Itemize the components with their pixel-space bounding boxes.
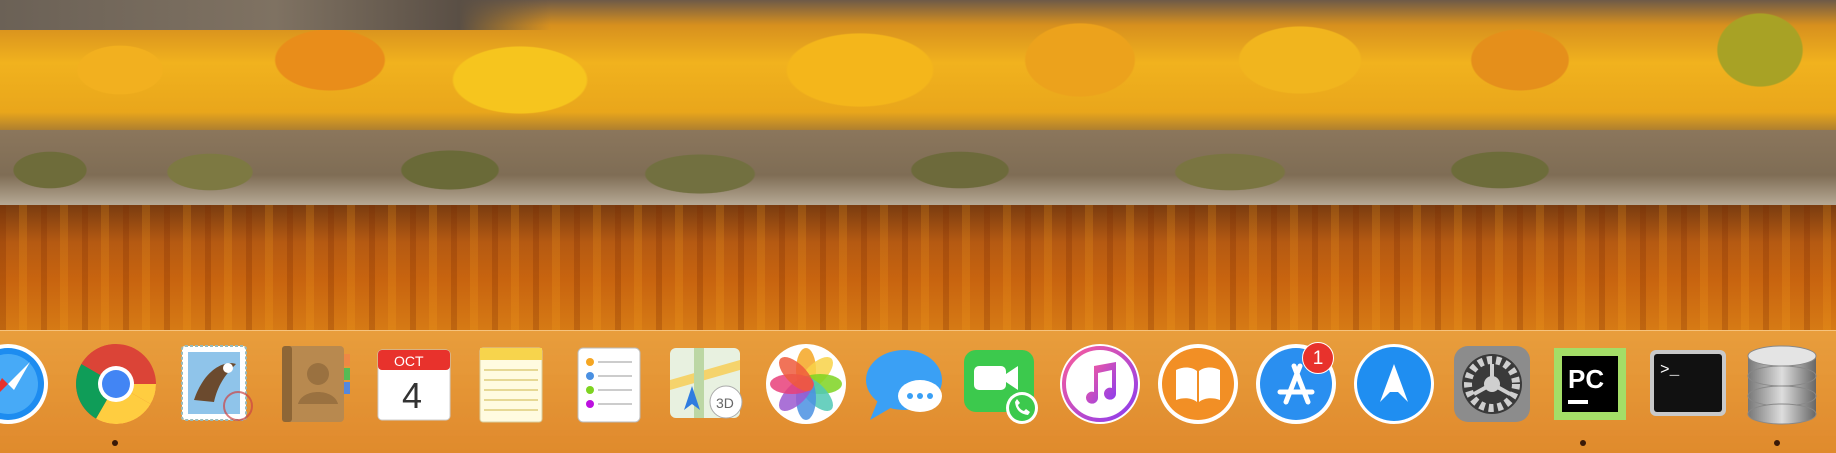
airdroid-icon [1354, 344, 1434, 424]
dock-item-notes[interactable] [468, 340, 556, 428]
calendar-month: OCT [394, 353, 424, 369]
dock-item-facetime[interactable] [958, 340, 1046, 428]
dock-item-system-preferences[interactable] [1448, 340, 1536, 428]
ibooks-icon [1158, 344, 1238, 424]
terminal-prompt: >_ [1660, 361, 1680, 379]
calendar-icon: OCT 4 [377, 349, 451, 421]
dock-item-terminal[interactable]: >_ [1644, 340, 1732, 428]
dock-item-photos[interactable] [762, 340, 850, 428]
notes-icon [479, 347, 543, 423]
rocky-slope [0, 0, 1836, 30]
maps-3d-label: 3D [716, 395, 734, 411]
chrome-icon [76, 344, 156, 424]
mail-stamp-eagle-icon [181, 345, 253, 421]
lake-reflection [0, 205, 1836, 330]
running-indicator-database [1774, 440, 1780, 446]
desktop-wallpaper [0, 0, 1836, 330]
pycharm-icon: PC [1554, 348, 1626, 420]
photos-icon [766, 344, 846, 424]
reminders-icon [577, 347, 641, 423]
safari-icon [0, 344, 48, 424]
dock-item-itunes[interactable] [1056, 340, 1144, 428]
shoreline-shrubs [0, 130, 1836, 205]
database-icon [1747, 345, 1817, 425]
dock-item-messages[interactable] [860, 340, 948, 428]
dock-item-airdroid[interactable] [1350, 340, 1438, 428]
facetime-icon [964, 350, 1038, 424]
dock-item-maps[interactable]: 3D [664, 340, 752, 428]
dock-item-mail[interactable] [174, 340, 262, 428]
dock-item-reminders[interactable] [566, 340, 654, 428]
dock-item-pycharm[interactable]: PC [1546, 340, 1634, 428]
app-store-update-badge: 1 [1302, 342, 1334, 374]
running-indicator-pycharm [1580, 440, 1586, 446]
terminal-icon: >_ [1650, 350, 1726, 416]
maps-icon: 3D [670, 348, 743, 419]
gear-icon [1454, 346, 1530, 422]
dock-item-contacts[interactable] [272, 340, 360, 428]
dock-item-calendar[interactable]: OCT 4 [370, 340, 458, 428]
dock-item-database[interactable] [1738, 340, 1826, 428]
running-indicator-chrome [112, 440, 118, 446]
dock-item-safari[interactable] [0, 340, 52, 428]
messages-icon [866, 350, 942, 420]
calendar-day: 4 [402, 375, 422, 416]
dock-item-ibooks[interactable] [1154, 340, 1242, 428]
contacts-book-icon [282, 346, 350, 422]
dock-item-chrome[interactable] [72, 340, 160, 428]
itunes-icon [1060, 344, 1140, 424]
pycharm-label: PC [1568, 364, 1604, 394]
